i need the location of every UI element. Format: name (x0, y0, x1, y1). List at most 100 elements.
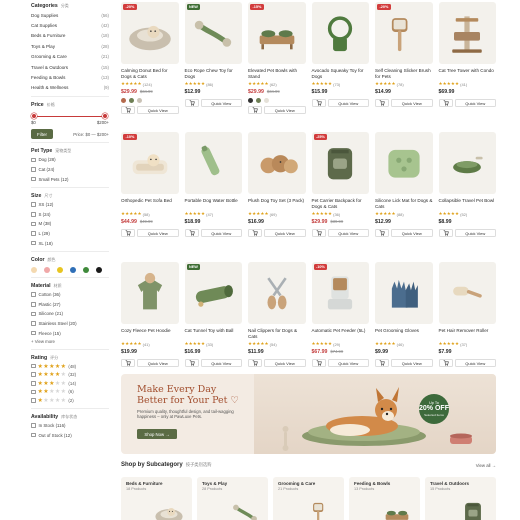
material-checkbox[interactable] (31, 292, 36, 297)
category-item[interactable]: Beds & Furniture (18) (31, 31, 109, 41)
quick-view-button[interactable]: Quick View (454, 229, 496, 237)
material-checkbox[interactable] (31, 330, 36, 336)
material-checkbox[interactable] (31, 311, 36, 317)
rating-option[interactable]: ★★★★★ (32) (31, 370, 109, 379)
product-card[interactable]: -15% Elevated Pet Bowls with Stand ★★★★★ (6… (248, 2, 306, 131)
add-to-cart-button[interactable] (121, 106, 135, 114)
product-image[interactable]: -15% (248, 2, 306, 64)
category-item[interactable]: Toys & Play (28) (31, 41, 109, 51)
product-name[interactable]: Cat Tree Tower with Condo (439, 68, 497, 80)
rating-checkbox[interactable] (31, 398, 36, 403)
category-item[interactable]: Grooming & Care (21) (31, 52, 109, 62)
product-card[interactable]: -10% Orthopedic Pet Sofa Bed ★★★★★ (58) $44.… (121, 132, 179, 261)
product-image[interactable]: NEW (184, 262, 242, 324)
add-to-cart-button[interactable] (121, 359, 135, 367)
rating-checkbox[interactable] (31, 381, 36, 386)
rating-option[interactable]: ★★★★★ (14) (31, 379, 109, 388)
product-name[interactable]: Nail Clippers for Dogs & Cats (248, 328, 306, 340)
category-item[interactable]: Health & Wellness (9) (31, 83, 109, 93)
material-option[interactable]: Stainless Steel (20) (31, 319, 109, 329)
quick-view-button[interactable]: Quick View (327, 359, 369, 367)
size-option[interactable]: XS (12) (31, 200, 109, 210)
product-card[interactable]: Silicone Lick Mat for Dogs & Cats ★★★★★ (8… (375, 132, 433, 261)
rating-option[interactable]: ★★★★★ (48) (31, 362, 109, 371)
add-to-cart-button[interactable] (438, 229, 453, 237)
add-to-cart-button[interactable] (375, 359, 389, 367)
product-name[interactable]: Automatic Pet Feeder (5L) (312, 328, 370, 340)
product-name[interactable]: Plush Dog Toy Set (3 Pack) (248, 198, 306, 210)
product-image[interactable] (184, 132, 242, 194)
quick-view-button[interactable]: Quick View (264, 229, 306, 237)
product-card[interactable]: -10% Automatic Pet Feeder (5L) ★★★★★ (29) $6… (311, 262, 370, 391)
size-checkbox[interactable] (31, 212, 36, 217)
material-option[interactable]: Plastic (27) (31, 299, 109, 309)
rating-option[interactable]: ★★★★★ (6) (31, 388, 109, 397)
color-swatch[interactable] (121, 97, 126, 103)
add-to-cart-button[interactable] (184, 229, 199, 237)
add-to-cart-button[interactable] (248, 229, 262, 237)
product-image[interactable] (438, 2, 496, 64)
rating-checkbox[interactable] (31, 389, 36, 395)
size-option[interactable]: S (24) (31, 210, 109, 220)
availability-checkbox[interactable] (31, 432, 36, 438)
product-name[interactable]: Orthopedic Pet Sofa Bed (121, 198, 179, 210)
product-image[interactable] (375, 132, 433, 194)
size-option[interactable]: L (29) (31, 229, 109, 239)
add-to-cart-button[interactable] (184, 99, 199, 107)
quick-view-button[interactable]: Quick View (391, 359, 433, 367)
color-swatch[interactable] (256, 97, 261, 103)
product-card[interactable]: -20% Calming Donut Bed for Dogs & Cats ★★★… (121, 2, 179, 131)
color-swatch[interactable] (31, 266, 37, 273)
product-card[interactable]: -25% Pet Carrier Backpack for Dogs & Cats… (311, 132, 370, 261)
category-item[interactable]: Travel & Outdoors (15) (31, 62, 109, 72)
product-card[interactable]: Nail Clippers for Dogs & Cats ★★★★★ (54) $1… (248, 262, 306, 391)
pet-type-checkbox[interactable] (31, 167, 36, 172)
product-image[interactable]: -20% (375, 2, 433, 64)
material-option[interactable]: Fleece (15) (31, 328, 109, 338)
add-to-cart-button[interactable] (311, 99, 326, 107)
add-to-cart-button[interactable] (311, 229, 326, 237)
shop-now-button[interactable]: Shop Now → (137, 429, 177, 439)
material-checkbox[interactable] (31, 321, 36, 326)
subcategory-card[interactable]: Beds & Furniture 18 Products (121, 477, 192, 520)
product-card[interactable]: Collapsible Travel Pet Bowl ★★★★★ (52) $8.9… (438, 132, 497, 261)
color-swatch[interactable] (70, 266, 76, 273)
price-max-handle[interactable] (102, 113, 108, 120)
product-image[interactable] (248, 262, 306, 324)
product-image[interactable] (311, 2, 369, 64)
add-to-cart-button[interactable] (248, 359, 262, 367)
pet-type-option[interactable]: Dog (28) (31, 155, 109, 165)
category-item[interactable]: Cat Supplies (42) (31, 20, 109, 30)
pet-type-option[interactable]: Cat (24) (31, 165, 109, 175)
product-card[interactable]: NEW Eco Rope Chew Toy for Dogs ★★★★★ (86) $1… (184, 2, 242, 131)
product-name[interactable]: Calming Donut Bed for Dogs & Cats (121, 68, 179, 80)
size-option[interactable]: M (38) (31, 219, 109, 229)
pet-type-checkbox[interactable] (31, 176, 36, 182)
product-image[interactable]: NEW (184, 2, 242, 64)
product-image[interactable] (375, 262, 433, 324)
material-option[interactable]: Cotton (36) (31, 290, 109, 300)
quick-view-button[interactable]: Quick View (391, 99, 433, 107)
add-to-cart-button[interactable] (121, 229, 135, 237)
product-card[interactable]: Pet Grooming Gloves ★★★★★ (46) $9.99 Quick V… (375, 262, 433, 391)
product-name[interactable]: Collapsible Travel Pet Bowl (439, 198, 497, 210)
color-swatch[interactable] (96, 266, 102, 273)
category-item[interactable]: Feeding & Bowls (13) (31, 72, 109, 82)
quick-view-button[interactable]: Quick View (327, 229, 369, 237)
add-to-cart-button[interactable] (311, 359, 326, 367)
color-swatch[interactable] (264, 97, 269, 103)
product-card[interactable]: Avocado Squeaky Toy for Dogs ★★★★★ (73) $15… (311, 2, 369, 131)
add-to-cart-button[interactable] (438, 359, 453, 367)
product-image[interactable] (438, 262, 496, 324)
size-checkbox[interactable] (31, 231, 36, 236)
size-checkbox[interactable] (31, 202, 36, 207)
quick-view-button[interactable]: Quick View (454, 99, 496, 107)
quick-view-button[interactable]: Quick View (454, 359, 496, 367)
add-to-cart-button[interactable] (375, 99, 389, 107)
color-swatch[interactable] (83, 266, 89, 273)
product-name[interactable]: Pet Carrier Backpack for Dogs & Cats (312, 198, 370, 210)
product-image[interactable]: -10% (121, 132, 179, 194)
quick-view-button[interactable]: Quick View (137, 359, 179, 367)
quick-view-button[interactable]: Quick View (137, 229, 179, 237)
availability-checkbox[interactable] (31, 423, 36, 428)
